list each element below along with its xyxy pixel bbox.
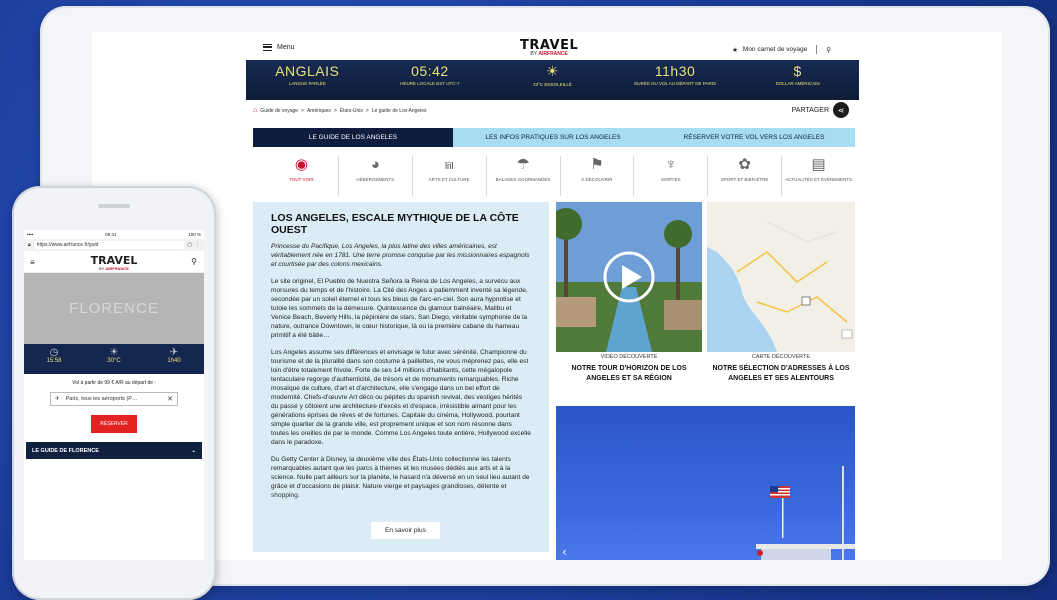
category-a-decouvrir[interactable]: ⚑ À DÉCOUVRIR — [561, 156, 635, 196]
glasses-icon: ♆ — [665, 156, 677, 173]
info-currency: $ DOLLAR AMÉRICAIN — [775, 63, 820, 86]
guide-tabs: LE GUIDE DE LOS ANGELES LES INFOS PRATIQ… — [253, 128, 855, 147]
clock-icon: ◷ — [49, 347, 59, 358]
plane-icon: ✈ — [55, 396, 60, 402]
phone-frame: •••• 09:41 100 % 🔒︎ https://www.airfranc… — [12, 186, 216, 600]
search-icon[interactable]: ⚲ — [826, 46, 831, 54]
sun-cloud-icon: ☀ — [109, 347, 119, 358]
status-time: 09:41 — [105, 232, 117, 237]
tab-reserver[interactable]: RÉSERVER VOTRE VOL VERS LOS ANGELES — [653, 128, 855, 147]
phone-info-bar: ◷ 15:58 ☀ 30°C ✈ 1h40 — [24, 344, 204, 374]
beach-photo[interactable]: ‹ — [556, 406, 855, 560]
bed-icon: ◕ — [370, 156, 380, 173]
more-icon: ⋮ — [195, 242, 200, 248]
share-label: PARTAGER — [791, 106, 829, 114]
plane-icon: ✈ — [169, 347, 179, 358]
logo-subtitle: BY AIRFRANCE — [99, 266, 129, 271]
signal-icon: •••• — [27, 232, 34, 237]
prev-arrow-icon: ‹ — [562, 545, 567, 559]
breadcrumb-item[interactable]: Amériques — [307, 108, 331, 114]
battery-level: 100 % — [188, 232, 201, 237]
info-language: ANGLAIS LANGUE PARLÉE — [275, 63, 340, 86]
destination-info-bar: ANGLAIS LANGUE PARLÉE 05:42 HEURE LOCALE E… — [246, 60, 859, 100]
category-sport[interactable]: ✿ SPORT ET BIEN-ÊTRE — [708, 156, 783, 196]
departure-select[interactable]: ✈ Paris, tous les aéroports (P… ✕ — [50, 392, 178, 406]
phone-status-bar: •••• 09:41 100 % — [24, 230, 204, 239]
eye-icon: ◉ — [294, 156, 308, 173]
article-paragraph: Los Angeles assume ses différences et en… — [271, 349, 531, 446]
phone-screen: •••• 09:41 100 % 🔒︎ https://www.airfranc… — [24, 230, 204, 560]
article-panel: LOS ANGELES, ESCALE MYTHIQUE DE LA CÔTE … — [253, 202, 549, 552]
category-sorties[interactable]: ♆ SORTIES — [634, 156, 709, 196]
video-thumbnail[interactable] — [556, 202, 702, 352]
menu-label: Menu — [277, 44, 295, 51]
info-local-time: 05:42 HEURE LOCALE EST UTC-7 — [400, 63, 460, 86]
phone-header: ≡ TRAVEL BY AIRFRANCE ⚲ — [24, 251, 204, 273]
carnet-link[interactable]: ★ Mon carnet de voyage ⚲ — [732, 45, 831, 54]
category-balades[interactable]: ☂ BALADES GOURMANDES — [487, 156, 561, 196]
phone-hero: FLORENCE — [24, 273, 204, 344]
chevron-down-icon: ⌄ — [191, 447, 196, 454]
site-header: Menu TRAVEL BY AIRFRANCE ★ Mon carnet de… — [245, 32, 853, 60]
info-weather: ☀ 23°C ENSOLEILLÉ — [491, 60, 614, 100]
divider — [816, 45, 818, 54]
guide-dropdown[interactable]: LE GUIDE DE FLORENCE ⌄ — [26, 442, 202, 459]
search-icon[interactable]: ⚲ — [191, 257, 197, 266]
breadcrumb: ⌂ Guide de voyage > Amériques > États-Unis… — [253, 107, 427, 114]
flag-icon: ⚑ — [590, 156, 604, 173]
sun-icon: ☀ — [545, 63, 560, 79]
carnet-label: Mon carnet de voyage — [742, 46, 808, 53]
map-caption[interactable]: CARTE DÉCOUVERTE NOTRE SÉLECTION D'ADRES… — [707, 354, 855, 384]
reserve-button[interactable]: RÉSERVER — [91, 415, 137, 433]
category-tout-voir[interactable]: ◉ TOUT VOIR — [265, 156, 339, 196]
lotus-icon: ✿ — [738, 156, 751, 173]
share-button[interactable]: PARTAGER ⋖ — [792, 102, 849, 118]
breadcrumb-item: Le guide de Los Angeles — [371, 107, 427, 114]
breadcrumb-item[interactable]: États-Unis — [340, 108, 363, 114]
clear-icon[interactable]: ✕ — [167, 395, 173, 403]
read-more-button[interactable]: En savoir plus — [371, 522, 440, 539]
site-logo[interactable]: TRAVEL BY AIRFRANCE — [520, 38, 578, 57]
breadcrumb-item[interactable]: Guide de voyage — [260, 108, 298, 114]
departure-value: Paris, tous les aéroports (P… — [65, 396, 138, 402]
web-page: Menu TRAVEL BY AIRFRANCE ★ Mon carnet de… — [245, 32, 859, 560]
article-paragraph: Le site originel, El Pueblo de Nuestra S… — [271, 278, 528, 339]
info-flight-duration: 11h30 DURÉE DU VOL AU DÉPART DE PARIS — [634, 63, 716, 86]
video-caption[interactable]: VIDÉO DÉCOUVERTE NOTRE TOUR D'HORIZON DE… — [556, 354, 702, 384]
star-icon: ★ — [732, 46, 738, 54]
share-icon: ⋖ — [833, 102, 849, 118]
news-icon: ▤ — [811, 156, 826, 173]
lock-icon: 🔒︎ — [28, 242, 31, 248]
flight-price-text: Vol à partir de 99 € A/R au départ de : — [72, 380, 156, 386]
article-lead: Princesse du Pacifique, Los Angeles, la … — [271, 243, 530, 268]
tablet-screen: Menu TRAVEL BY AIRFRANCE ★ Mon carnet de… — [92, 32, 1002, 560]
category-nav: ◉ TOUT VOIR ◕ HÉBERGEMENTS ⩎ ARTS ET CULTUR… — [265, 156, 855, 196]
phone-speaker — [98, 204, 130, 208]
home-icon[interactable]: ⌂ — [253, 107, 257, 114]
phone-address-bar[interactable]: 🔒︎ https://www.airfrance.fr/guid ▢ ⋮ — [24, 239, 204, 251]
tab-infos-pratiques[interactable]: LES INFOS PRATIQUES SUR LOS ANGELES — [453, 128, 653, 147]
phone-url: https://www.airfrance.fr/guid — [33, 241, 185, 249]
category-arts-culture[interactable]: ⩎ ARTS ET CULTURE — [413, 156, 487, 196]
menu-button[interactable]: Menu — [263, 44, 295, 51]
hamburger-icon — [263, 44, 272, 51]
umbrella-icon: ☂ — [516, 156, 530, 173]
category-hebergements[interactable]: ◕ HÉBERGEMENTS — [339, 156, 413, 196]
tab-guide[interactable]: LE GUIDE DE LOS ANGELES — [253, 128, 453, 147]
monument-icon: ⩎ — [444, 156, 454, 173]
map-thumbnail[interactable] — [707, 202, 855, 352]
tabs-icon: ▢ — [187, 242, 192, 248]
article-title: LOS ANGELES, ESCALE MYTHIQUE DE LA CÔTE … — [271, 212, 519, 236]
category-actualites[interactable]: ▤ ACTUALITÉS ET ÉVÉNEMENTS — [782, 156, 855, 196]
